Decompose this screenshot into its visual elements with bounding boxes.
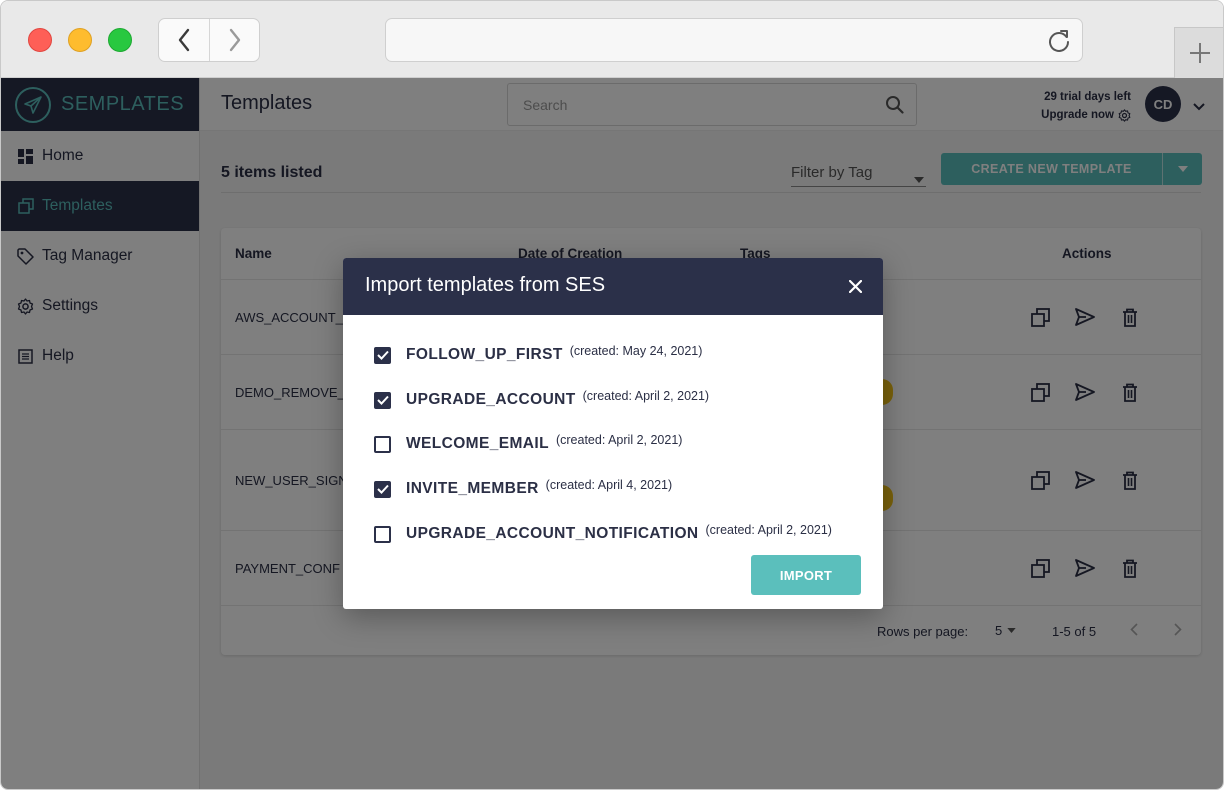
template-checkbox[interactable] — [374, 435, 391, 453]
back-button[interactable] — [159, 19, 209, 61]
template-checkbox[interactable] — [374, 346, 391, 364]
import-templates-modal: Import templates from SES FOLLOW_UP_FIRS… — [343, 258, 883, 609]
template-option-created: (created: April 2, 2021) — [555, 433, 683, 447]
template-checkbox[interactable] — [374, 391, 391, 409]
address-bar[interactable] — [385, 18, 1083, 62]
template-option-created: (created: April 2, 2021) — [582, 389, 710, 403]
template-option-name[interactable]: UPGRADE_ACCOUNT — [406, 391, 576, 409]
template-option: UPGRADE_ACCOUNT_NOTIFICATION (created: A… — [374, 523, 832, 543]
template-checkbox[interactable] — [374, 525, 391, 543]
import-button[interactable]: IMPORT — [751, 555, 861, 595]
template-option: FOLLOW_UP_FIRST (created: May 24, 2021) — [374, 344, 703, 364]
checkmark-icon — [376, 395, 389, 405]
template-checkbox[interactable] — [374, 480, 391, 498]
forward-button[interactable] — [209, 19, 259, 61]
template-option-created: (created: April 4, 2021) — [545, 478, 673, 492]
history-nav — [158, 18, 260, 62]
template-option-name[interactable]: INVITE_MEMBER — [406, 480, 539, 498]
chevron-left-icon — [178, 28, 190, 52]
close-window-button[interactable] — [28, 28, 52, 52]
modal-header: Import templates from SES — [343, 258, 883, 315]
plus-icon — [1190, 43, 1210, 63]
template-option-created: (created: May 24, 2021) — [569, 344, 703, 358]
checkmark-icon — [376, 350, 389, 360]
template-option-name[interactable]: FOLLOW_UP_FIRST — [406, 346, 563, 364]
minimize-window-button[interactable] — [68, 28, 92, 52]
template-option-created: (created: April 2, 2021) — [705, 523, 832, 537]
close-icon[interactable] — [847, 278, 863, 294]
template-option: UPGRADE_ACCOUNT (created: April 2, 2021) — [374, 389, 710, 409]
chevron-right-icon — [229, 28, 240, 52]
template-option: INVITE_MEMBER (created: April 4, 2021) — [374, 478, 673, 498]
checkmark-icon — [376, 484, 389, 494]
reload-icon[interactable] — [1046, 28, 1072, 59]
browser-toolbar — [1, 1, 1223, 78]
new-tab-button[interactable] — [1174, 27, 1223, 78]
template-option-name[interactable]: UPGRADE_ACCOUNT_NOTIFICATION — [406, 525, 699, 543]
maximize-window-button[interactable] — [108, 28, 132, 52]
template-option-name[interactable]: WELCOME_EMAIL — [406, 435, 549, 453]
template-option: WELCOME_EMAIL (created: April 2, 2021) — [374, 433, 683, 453]
browser-window: SEMPLATES Home Templates Tag Manager — [0, 0, 1224, 790]
modal-title: Import templates from SES — [365, 274, 606, 296]
